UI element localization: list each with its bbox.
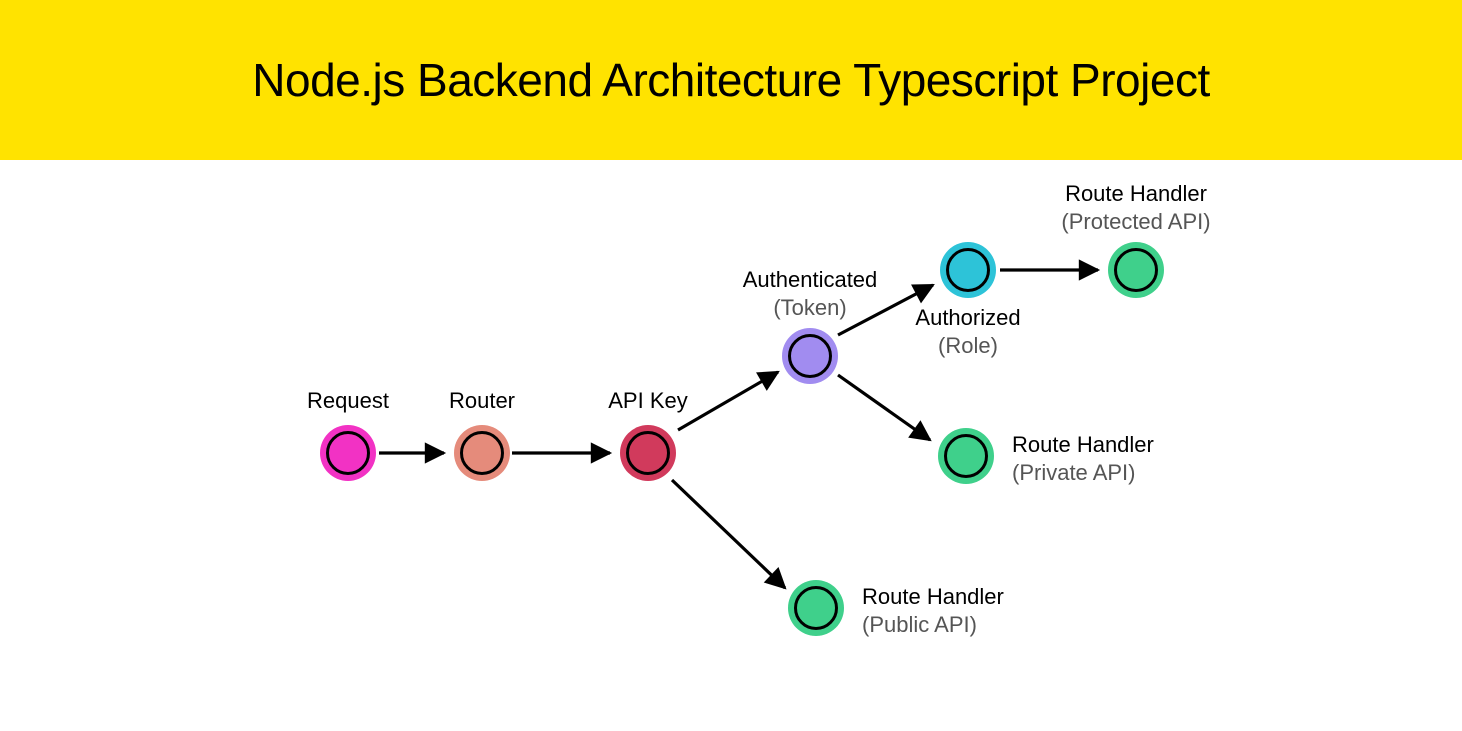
node-authorized-label: Authorized (Role) — [915, 304, 1020, 359]
node-request-label: Request — [307, 387, 389, 415]
node-request: Request — [320, 425, 376, 486]
node-router-label: Router — [449, 387, 515, 415]
circle-icon — [1108, 242, 1164, 298]
circle-icon — [620, 425, 676, 481]
circle-icon — [320, 425, 376, 481]
node-protected-label: Route Handler (Protected API) — [1061, 180, 1210, 235]
circle-icon — [788, 580, 844, 636]
node-protected: Route Handler (Protected API) — [1108, 242, 1164, 303]
circle-icon — [454, 425, 510, 481]
circle-icon — [940, 242, 996, 298]
node-authorized: Authorized (Role) — [940, 242, 996, 303]
edge-apikey-authenticated — [678, 372, 778, 430]
arrow-layer — [0, 170, 1462, 731]
title-banner: Node.js Backend Architecture Typescript … — [0, 0, 1462, 170]
node-authenticated: Authenticated (Token) — [782, 328, 838, 389]
node-authenticated-label: Authenticated (Token) — [743, 266, 878, 321]
node-public-label: Route Handler (Public API) — [862, 583, 1004, 638]
node-private-label: Route Handler (Private API) — [1012, 431, 1154, 486]
page-title: Node.js Backend Architecture Typescript … — [252, 53, 1209, 107]
node-apikey: API Key — [620, 425, 676, 486]
node-apikey-label: API Key — [608, 387, 687, 415]
node-public: Route Handler (Public API) — [788, 580, 844, 641]
node-private: Route Handler (Private API) — [938, 428, 994, 489]
circle-icon — [782, 328, 838, 384]
node-router: Router — [454, 425, 510, 486]
architecture-diagram: Request Router API Key Authenticated (To… — [0, 170, 1462, 731]
edge-apikey-public — [672, 480, 785, 588]
edge-authenticated-private — [838, 375, 930, 440]
circle-icon — [938, 428, 994, 484]
